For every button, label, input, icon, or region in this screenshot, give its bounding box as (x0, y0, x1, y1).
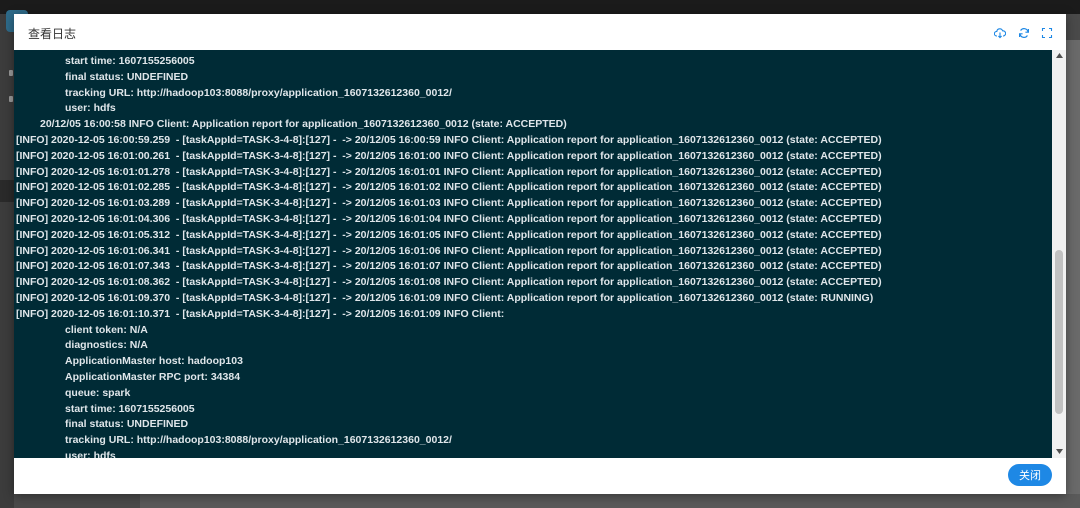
log-line: start time: 1607155256005 (65, 55, 195, 67)
close-button[interactable]: 关闭 (1008, 464, 1052, 486)
log-line: final status: UNDEFINED (65, 418, 189, 431)
log-line: user: hdfs (65, 102, 116, 115)
log-line: start time: 1607155256005 (65, 402, 195, 415)
dialog-footer: 关闭 (14, 458, 1066, 494)
log-scrollbar[interactable] (1052, 50, 1066, 458)
log-line: queue: spark (65, 386, 131, 399)
background-nav-icon (9, 70, 13, 76)
log-line: user: hdfs (65, 449, 116, 458)
scroll-up-arrow-icon[interactable] (1052, 50, 1066, 62)
log-line: ApplicationMaster RPC port: 34384 (65, 370, 241, 383)
scroll-down-arrow-icon[interactable] (1052, 446, 1066, 458)
log-line: [INFO] 2020-12-05 16:01:02.285 - [taskAp… (16, 181, 882, 194)
background-nav-icon (9, 96, 13, 102)
log-viewer[interactable]: start time: 1607155256005 final status: U… (14, 50, 1066, 458)
dialog-header: 查看日志 (14, 14, 1066, 50)
log-line: ApplicationMaster host: hadoop103 (65, 355, 243, 368)
background-sidebar (0, 14, 14, 508)
background-content-bottom (140, 494, 1080, 508)
log-line: [INFO] 2020-12-05 16:01:10.371 - [taskAp… (16, 307, 505, 320)
log-lines: start time: 1607155256005 final status: U… (14, 54, 1048, 458)
dialog-title: 查看日志 (28, 27, 77, 41)
log-line: final status: UNDEFINED (65, 70, 189, 83)
log-line: client token: N/A (65, 323, 148, 336)
background-sidebar-active-item (0, 180, 14, 202)
cloud-download-icon[interactable] (994, 27, 1006, 39)
log-line: [INFO] 2020-12-05 16:00:59.259 - [taskAp… (16, 133, 882, 146)
log-line: [INFO] 2020-12-05 16:01:05.312 - [taskAp… (16, 228, 882, 241)
background-content-edge (1066, 40, 1080, 500)
fullscreen-icon[interactable] (1041, 27, 1053, 39)
scrollbar-thumb[interactable] (1055, 250, 1063, 414)
view-log-dialog: 查看日志 start time: 1607155256005 final stat… (14, 14, 1066, 494)
log-line: tracking URL: http://hadoop103:8088/prox… (65, 86, 452, 99)
log-line: [INFO] 2020-12-05 16:01:09.370 - [taskAp… (16, 291, 874, 304)
log-line: [INFO] 2020-12-05 16:01:00.261 - [taskAp… (16, 149, 882, 162)
log-line: 20/12/05 16:00:58 INFO Client: Applicati… (40, 118, 567, 131)
refresh-icon[interactable] (1018, 27, 1030, 39)
log-line: [INFO] 2020-12-05 16:01:06.341 - [taskAp… (16, 244, 882, 257)
log-line: [INFO] 2020-12-05 16:01:07.343 - [taskAp… (16, 260, 882, 273)
log-line: diagnostics: N/A (65, 339, 148, 352)
log-line: [INFO] 2020-12-05 16:01:04.306 - [taskAp… (16, 212, 882, 225)
background-topbar (0, 0, 1080, 14)
log-line: tracking URL: http://hadoop103:8088/prox… (65, 434, 452, 447)
log-line: [INFO] 2020-12-05 16:01:01.278 - [taskAp… (16, 165, 882, 178)
log-line: [INFO] 2020-12-05 16:01:08.362 - [taskAp… (16, 276, 882, 289)
log-line: [INFO] 2020-12-05 16:01:03.289 - [taskAp… (16, 197, 882, 210)
